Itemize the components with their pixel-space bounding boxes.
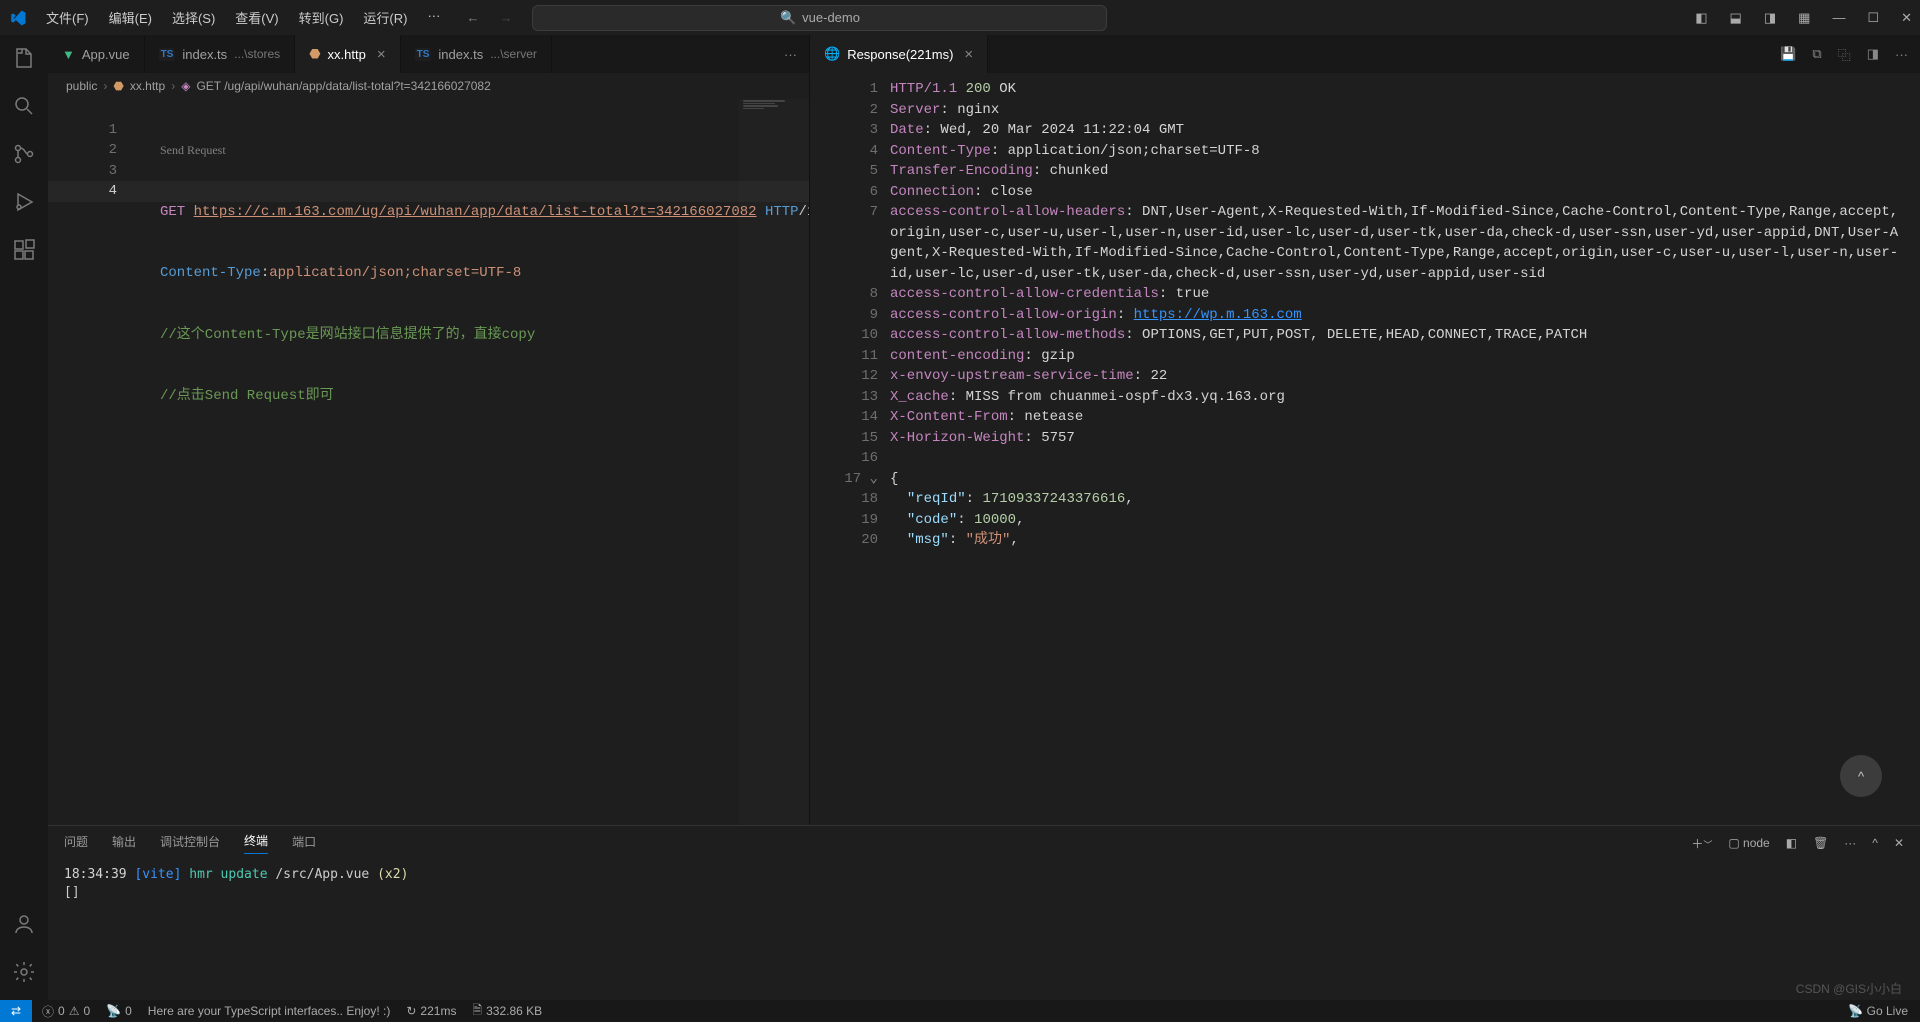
layout-bottom-icon[interactable]: ⬓ bbox=[1730, 10, 1742, 26]
menu-select[interactable]: 选择(S) bbox=[164, 4, 223, 31]
account-icon[interactable] bbox=[11, 911, 37, 937]
nav-fwd-icon[interactable]: → bbox=[499, 10, 512, 25]
tab-path: ...\stores bbox=[234, 47, 280, 61]
terminal-cursor: [] bbox=[64, 884, 1904, 902]
breadcrumb[interactable]: public› ⬣xx.http› ◈GET /ug/api/wuhan/app… bbox=[48, 73, 809, 99]
globe-icon: 🌐 bbox=[824, 46, 840, 62]
crumb-file[interactable]: xx.http bbox=[130, 79, 165, 93]
status-golive[interactable]: 📡 Go Live bbox=[1848, 1004, 1908, 1018]
editor-left[interactable]: 1234 Send Request GET https://c.m.163.co… bbox=[48, 99, 809, 825]
cube-icon: ◈ bbox=[181, 79, 190, 93]
search-icon: 🔍 bbox=[780, 10, 796, 26]
ts-icon: TS bbox=[159, 48, 176, 61]
status-message: Here are your TypeScript interfaces.. En… bbox=[148, 1004, 391, 1018]
panel-tabs: 问题 输出 调试控制台 终端 端口 ＋﹀ ▢ node ◧ 🗑 ··· ^ ✕ bbox=[48, 826, 1920, 860]
search-activity-icon[interactable] bbox=[11, 93, 37, 119]
http-icon: ⬣ bbox=[309, 46, 320, 62]
menu-run[interactable]: 运行(R) bbox=[355, 4, 415, 31]
panel-tab-debug[interactable]: 调试控制台 bbox=[160, 833, 220, 854]
menu-file[interactable]: 文件(F) bbox=[38, 4, 97, 31]
activity-bar bbox=[0, 35, 48, 1000]
editor-right[interactable]: 1HTTP/1.1 200 OK2Server: nginx3Date: Wed… bbox=[810, 73, 1920, 825]
send-request-codelens[interactable]: Send Request bbox=[160, 140, 809, 161]
panel-close-icon[interactable]: ✕ bbox=[1894, 836, 1904, 850]
crumb-folder[interactable]: public bbox=[66, 79, 97, 93]
new-terminal-icon[interactable]: ＋﹀ bbox=[1691, 835, 1712, 852]
scroll-top-button[interactable]: ^ bbox=[1840, 755, 1882, 797]
bottom-panel: 问题 输出 调试控制台 终端 端口 ＋﹀ ▢ node ◧ 🗑 ··· ^ ✕ … bbox=[48, 825, 1920, 1000]
tabs-left: ▼App.vue TSindex.ts...\stores ⬣xx.http× … bbox=[48, 35, 809, 73]
status-bar: ⇄ ⓧ 0 ⚠ 0 📡 0 Here are your TypeScript i… bbox=[0, 1000, 1920, 1022]
layout-left-icon[interactable]: ◧ bbox=[1695, 10, 1707, 26]
close-icon[interactable]: × bbox=[377, 46, 386, 63]
menu-bar: 文件(F) 编辑(E) 选择(S) 查看(V) 转到(G) 运行(R) ··· bbox=[38, 4, 448, 31]
run-debug-icon[interactable] bbox=[11, 189, 37, 215]
tab-label: xx.http bbox=[328, 47, 366, 62]
panel-tab-terminal[interactable]: 终端 bbox=[244, 832, 268, 854]
settings-gear-icon[interactable] bbox=[11, 959, 37, 985]
tab-label: Response(221ms) bbox=[847, 47, 953, 62]
layout-custom-icon[interactable]: ▦ bbox=[1798, 10, 1810, 26]
panel-more-icon[interactable]: ··· bbox=[1844, 836, 1856, 850]
tab-app-vue[interactable]: ▼ App.vue bbox=[48, 35, 145, 73]
menu-goto[interactable]: 转到(G) bbox=[291, 4, 352, 31]
window-close-icon[interactable]: ✕ bbox=[1901, 10, 1912, 26]
remote-icon[interactable]: ⇄ bbox=[0, 1000, 32, 1022]
panel-tab-problems[interactable]: 问题 bbox=[64, 833, 88, 854]
terminal-profile[interactable]: ▢ node bbox=[1728, 836, 1769, 850]
tab-more-icon[interactable]: ··· bbox=[1895, 47, 1908, 62]
line-gutter: 1234 bbox=[48, 99, 143, 202]
tab-more-icon[interactable]: ··· bbox=[784, 47, 797, 62]
terminal-output[interactable]: 18:34:39 [vite] hmr update /src/App.vue … bbox=[48, 860, 1920, 1000]
split-icon[interactable]: ◨ bbox=[1867, 46, 1879, 62]
split-terminal-icon[interactable]: ◧ bbox=[1786, 836, 1797, 850]
tab-label: index.ts bbox=[182, 47, 227, 62]
tab-label: index.ts bbox=[438, 47, 483, 62]
trash-icon[interactable]: 🗑 bbox=[1813, 836, 1828, 850]
menu-more[interactable]: ··· bbox=[419, 4, 448, 31]
tab-index-server[interactable]: TS index.ts ...\server bbox=[401, 35, 552, 73]
nav-back-icon[interactable]: ← bbox=[466, 10, 479, 25]
status-errors[interactable]: ⓧ 0 ⚠ 0 bbox=[42, 1003, 90, 1020]
panel-max-icon[interactable]: ^ bbox=[1872, 836, 1878, 850]
tab-path: ...\server bbox=[490, 47, 537, 61]
layout-right-icon[interactable]: ◨ bbox=[1764, 10, 1776, 26]
ts-icon: TS bbox=[415, 48, 432, 61]
scm-icon[interactable] bbox=[11, 141, 37, 167]
status-size[interactable]: 🗎 332.86 KB bbox=[472, 1001, 542, 1022]
menu-view[interactable]: 查看(V) bbox=[227, 4, 286, 31]
panel-tab-ports[interactable]: 端口 bbox=[292, 833, 316, 854]
status-timer[interactable]: ↻ 221ms bbox=[406, 1004, 456, 1018]
http-icon: ⬣ bbox=[113, 79, 123, 93]
crumb-symbol[interactable]: GET /ug/api/wuhan/app/data/list-total?t=… bbox=[196, 79, 490, 93]
panel-tab-output[interactable]: 输出 bbox=[112, 833, 136, 854]
search-text: vue-demo bbox=[802, 10, 860, 25]
tab-label: App.vue bbox=[82, 47, 130, 62]
fold-icon[interactable]: ⿻ bbox=[1838, 45, 1851, 64]
close-icon[interactable]: × bbox=[964, 46, 973, 63]
extensions-icon[interactable] bbox=[11, 237, 37, 263]
titlebar: 文件(F) 编辑(E) 选择(S) 查看(V) 转到(G) 运行(R) ··· … bbox=[0, 0, 1920, 35]
copy-icon[interactable]: ⧉ bbox=[1812, 46, 1821, 62]
window-min-icon[interactable]: — bbox=[1832, 10, 1845, 25]
vue-icon: ▼ bbox=[62, 47, 75, 62]
tabs-right: 🌐 Response(221ms) × 💾 ⧉ ⿻ ◨ ··· bbox=[810, 35, 1920, 73]
window-max-icon[interactable]: ☐ bbox=[1867, 10, 1879, 26]
command-center[interactable]: 🔍 vue-demo bbox=[532, 5, 1107, 31]
nav-buttons: ← → bbox=[466, 10, 512, 25]
explorer-icon[interactable] bbox=[11, 45, 37, 71]
watermark: CSDN @GIS小小白 bbox=[1796, 980, 1902, 997]
status-radio[interactable]: 📡 0 bbox=[106, 1004, 132, 1018]
menu-edit[interactable]: 编辑(E) bbox=[101, 4, 160, 31]
tab-response[interactable]: 🌐 Response(221ms) × bbox=[810, 35, 988, 73]
minimap[interactable] bbox=[739, 99, 809, 825]
save-icon[interactable]: 💾 bbox=[1780, 46, 1796, 62]
vscode-logo bbox=[8, 8, 28, 28]
editor-group-left: ▼App.vue TSindex.ts...\stores ⬣xx.http× … bbox=[48, 35, 810, 825]
tab-index-stores[interactable]: TS index.ts ...\stores bbox=[145, 35, 296, 73]
editor-group-right: 🌐 Response(221ms) × 💾 ⧉ ⿻ ◨ ··· 1HTTP/1.1 … bbox=[810, 35, 1920, 825]
tab-xx-http[interactable]: ⬣ xx.http × bbox=[295, 35, 400, 73]
